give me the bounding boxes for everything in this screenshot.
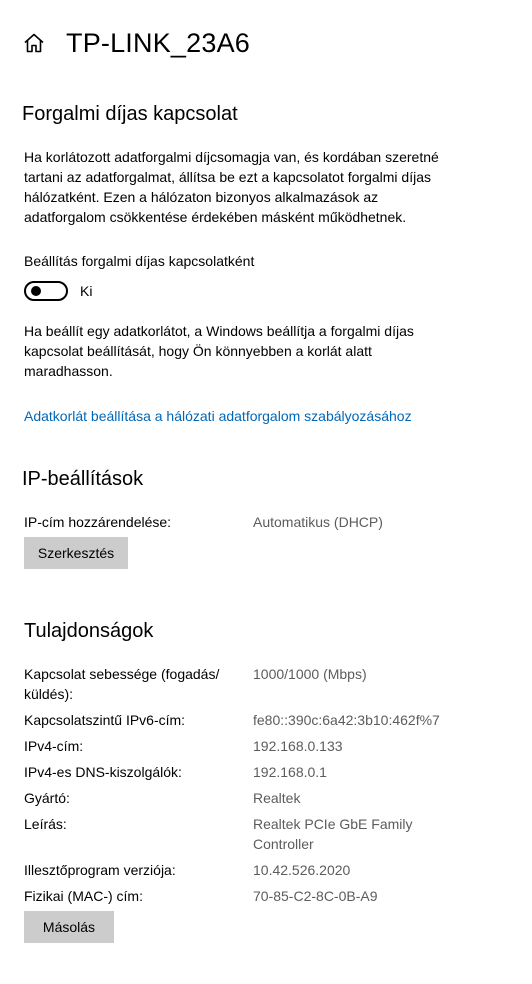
property-value-dns: 192.168.0.1 — [253, 764, 327, 780]
metered-info-line: maradhasson. — [24, 363, 113, 379]
property-value-ipv6: fe80::390c:6a42:3b10:462f%7 — [253, 712, 440, 728]
copy-button[interactable]: Másolás — [24, 911, 114, 943]
metered-description-line: tartani az adatforgalmat, állítsa be ezt… — [24, 169, 431, 185]
metered-info: Ha beállít egy adatkorlátot, a Windows b… — [24, 321, 414, 381]
edit-ip-button[interactable]: Szerkesztés — [24, 537, 128, 569]
properties-title: Tulajdonságok — [24, 620, 154, 642]
property-value-line: Controller — [253, 836, 314, 852]
property-value-line: Realtek PCIe GbE Family — [253, 816, 413, 832]
property-label-line: küldés): — [24, 686, 74, 702]
data-limit-link[interactable]: Adatkorlát beállítása a hálózati adatfor… — [24, 406, 412, 426]
ip-assignment-label: IP-cím hozzárendelése: — [24, 514, 172, 530]
metered-info-line: Ha beállít egy adatkorlátot, a Windows b… — [24, 323, 414, 339]
property-value-driver-version: 10.42.526.2020 — [253, 862, 351, 878]
metered-toggle-label: Beállítás forgalmi díjas kapcsolatként — [24, 253, 255, 269]
metered-toggle-state: Ki — [80, 283, 93, 299]
property-value-ipv4: 192.168.0.133 — [253, 738, 343, 754]
metered-toggle[interactable] — [24, 281, 68, 301]
metered-description-line: adatforgalom csökkentése érdekében máské… — [24, 209, 407, 225]
property-label-mac: Fizikai (MAC-) cím: — [24, 888, 143, 904]
property-value-manufacturer: Realtek — [253, 790, 301, 806]
property-label-driver-version: Illesztőprogram verziója: — [24, 862, 176, 878]
metered-section-title: Forgalmi díjas kapcsolat — [22, 103, 238, 125]
property-value-description: Realtek PCIe GbE Family Controller — [253, 814, 413, 854]
page-title: TP-LINK_23A6 — [66, 28, 250, 58]
toggle-knob — [31, 286, 41, 296]
metered-info-line: kapcsolat beállítását, hogy Ön könnyebbe… — [24, 343, 372, 359]
metered-description: Ha korlátozott adatforgalmi díjcsomagja … — [24, 147, 439, 227]
property-label-ipv6: Kapcsolatszintű IPv6-cím: — [24, 712, 186, 728]
property-label-manufacturer: Gyártó: — [24, 790, 70, 806]
property-label-line: Kapcsolat sebessége (fogadás/ — [24, 666, 220, 682]
metered-description-line: Ha korlátozott adatforgalmi díjcsomagja … — [24, 149, 439, 165]
property-label-dns: IPv4-es DNS-kiszolgálók: — [24, 764, 182, 780]
property-value-link-speed: 1000/1000 (Mbps) — [253, 666, 367, 682]
ip-assignment-value: Automatikus (DHCP) — [253, 514, 383, 530]
ip-settings-title: IP-beállítások — [22, 468, 144, 490]
property-label-description: Leírás: — [24, 816, 67, 832]
metered-description-line: hálózatként. Ezen a hálózaton bizonyos a… — [24, 189, 379, 205]
home-icon[interactable] — [22, 31, 46, 55]
property-value-mac: 70-85-C2-8C-0B-A9 — [253, 888, 378, 904]
property-label-link-speed: Kapcsolat sebessége (fogadás/ küldés): — [24, 664, 219, 704]
property-label-ipv4: IPv4-cím: — [24, 738, 84, 754]
